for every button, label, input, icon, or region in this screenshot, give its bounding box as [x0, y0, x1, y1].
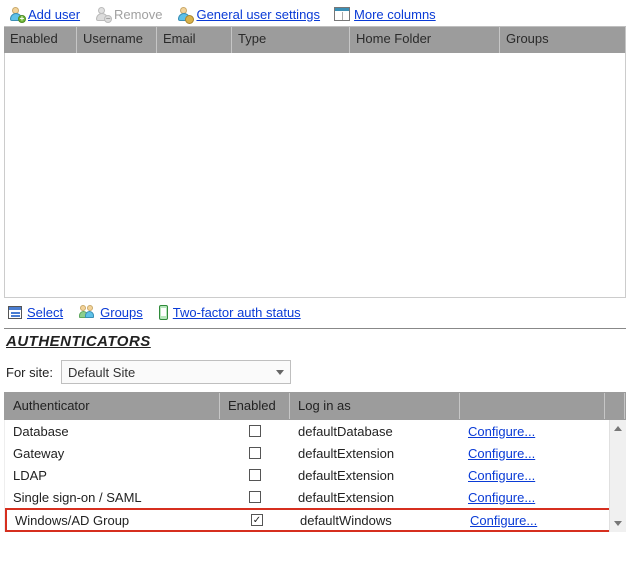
auth-configure-cell: Configure... — [460, 490, 605, 505]
configure-link[interactable]: Configure... — [468, 424, 535, 439]
auth-enabled-cell — [220, 491, 290, 503]
remove-user-button: − Remove — [94, 6, 162, 22]
auth-header: Authenticator Enabled Log in as — [4, 392, 626, 420]
scroll-down-button[interactable] — [610, 515, 626, 532]
auth-configure-cell: Configure... — [460, 424, 605, 439]
select-icon — [8, 306, 22, 319]
col-username[interactable]: Username — [77, 27, 157, 53]
two-factor-link[interactable]: Two-factor auth status — [159, 305, 301, 320]
auth-enabled-cell — [220, 469, 290, 481]
select-label: Select — [27, 305, 63, 320]
chevron-down-icon — [276, 370, 284, 375]
auth-row[interactable]: LDAP defaultExtension Configure... — [5, 464, 625, 486]
col-type[interactable]: Type — [232, 27, 350, 53]
site-dropdown[interactable]: Default Site — [61, 360, 291, 384]
configure-link[interactable]: Configure... — [470, 513, 537, 528]
auth-enabled-cell: ✓ — [222, 514, 292, 526]
add-user-button[interactable]: + Add user — [8, 6, 80, 22]
auth-name-cell: Single sign-on / SAML — [5, 490, 220, 505]
auth-login-as-cell: defaultDatabase — [290, 424, 460, 439]
users-linkbar: Select Groups Two-factor auth status — [4, 298, 626, 329]
auth-row[interactable]: Windows/AD Group ✓ defaultWindows Configure… — [5, 508, 625, 532]
col-groups[interactable]: Groups — [500, 27, 626, 53]
auth-col-login-as[interactable]: Log in as — [290, 393, 460, 419]
auth-enabled-checkbox[interactable] — [249, 447, 261, 459]
groups-link[interactable]: Groups — [79, 304, 143, 320]
user-gear-icon — [176, 6, 192, 22]
col-email[interactable]: Email — [157, 27, 232, 53]
groups-label: Groups — [100, 305, 143, 320]
configure-link[interactable]: Configure... — [468, 446, 535, 461]
auth-row[interactable]: Database defaultDatabase Configure... — [5, 420, 625, 442]
for-site-label: For site: — [6, 365, 53, 380]
auth-rows: DatabasedefaultDatabaseConfigure...Gatew… — [4, 420, 626, 532]
auth-enabled-checkbox[interactable] — [249, 425, 261, 437]
auth-name-cell: Windows/AD Group — [7, 513, 222, 528]
auth-login-as-cell: defaultExtension — [290, 468, 460, 483]
authenticators-table: Authenticator Enabled Log in as Database… — [4, 392, 626, 532]
auth-configure-cell: Configure... — [460, 446, 605, 461]
site-selector-row: For site: Default Site — [4, 360, 626, 392]
col-homefolder[interactable]: Home Folder — [350, 27, 500, 53]
add-user-label: Add user — [28, 7, 80, 22]
auth-name-cell: LDAP — [5, 468, 220, 483]
select-link[interactable]: Select — [8, 305, 63, 320]
user-toolbar: + Add user − Remove General user setting… — [4, 4, 626, 27]
col-enabled[interactable]: Enabled — [4, 27, 77, 53]
auth-enabled-checkbox[interactable] — [249, 491, 261, 503]
auth-name-cell: Database — [5, 424, 220, 439]
users-grid-header: Enabled Username Email Type Home Folder … — [4, 27, 626, 53]
configure-link[interactable]: Configure... — [468, 490, 535, 505]
site-dropdown-value: Default Site — [68, 365, 135, 380]
auth-login-as-cell: defaultExtension — [290, 446, 460, 461]
auth-enabled-cell — [220, 425, 290, 437]
more-columns-label: More columns — [354, 7, 436, 22]
user-plus-icon: + — [8, 6, 24, 22]
auth-scrollbar[interactable] — [609, 420, 626, 532]
phone-icon — [159, 305, 168, 320]
configure-link[interactable]: Configure... — [468, 468, 535, 483]
auth-configure-cell: Configure... — [462, 513, 607, 528]
group-icon — [79, 304, 95, 320]
authenticators-title: AUTHENTICATORS — [6, 333, 626, 350]
general-user-settings-button[interactable]: General user settings — [176, 6, 320, 22]
auth-name-cell: Gateway — [5, 446, 220, 461]
auth-enabled-cell — [220, 447, 290, 459]
auth-login-as-cell: defaultExtension — [290, 490, 460, 505]
auth-login-as-cell: defaultWindows — [292, 513, 462, 528]
auth-row[interactable]: Single sign-on / SAML defaultExtension Con… — [5, 486, 625, 508]
users-grid-body[interactable] — [4, 53, 626, 298]
scroll-up-button[interactable] — [610, 420, 626, 437]
remove-label: Remove — [114, 7, 162, 22]
general-settings-label: General user settings — [196, 7, 320, 22]
auth-col-extra — [605, 393, 625, 419]
auth-col-configure[interactable] — [460, 393, 605, 419]
auth-col-authenticator[interactable]: Authenticator — [5, 393, 220, 419]
two-factor-label: Two-factor auth status — [173, 305, 301, 320]
user-minus-icon: − — [94, 6, 110, 22]
auth-row[interactable]: Gateway defaultExtension Configure... — [5, 442, 625, 464]
arrow-up-icon — [614, 426, 622, 431]
arrow-down-icon — [614, 521, 622, 526]
table-icon — [334, 7, 350, 21]
more-columns-button[interactable]: More columns — [334, 7, 436, 22]
auth-configure-cell: Configure... — [460, 468, 605, 483]
auth-enabled-checkbox[interactable]: ✓ — [251, 514, 263, 526]
auth-col-enabled[interactable]: Enabled — [220, 393, 290, 419]
auth-enabled-checkbox[interactable] — [249, 469, 261, 481]
